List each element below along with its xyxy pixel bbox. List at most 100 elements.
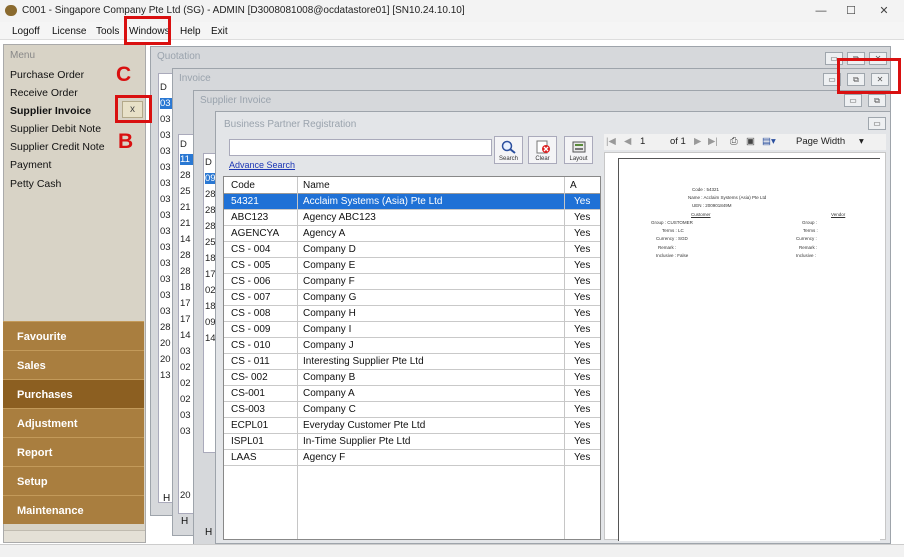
bp-minimize-button[interactable]: ▭ bbox=[868, 117, 886, 130]
table-row[interactable]: CS - 005 Company E Yes bbox=[224, 258, 600, 274]
table-row[interactable]: CS - 010 Company J Yes bbox=[224, 338, 600, 354]
clear-button-label: Clear bbox=[535, 156, 550, 162]
table-row[interactable]: CS - 007 Company G Yes bbox=[224, 290, 600, 306]
report-name: Name : Acclaim Systems (Asia) Pte Ltd bbox=[688, 195, 767, 200]
cell-active: Yes bbox=[574, 276, 591, 287]
cell-code: AGENCYA bbox=[231, 228, 280, 239]
report-uen: UEN : 200901849M bbox=[692, 203, 732, 208]
sidebar-item-supplier-invoice[interactable]: Supplier Invoice bbox=[10, 105, 91, 117]
supplier-invoice-footer: H bbox=[205, 527, 213, 538]
chevron-down-icon[interactable]: ▾ bbox=[859, 136, 864, 147]
table-row[interactable]: ECPL01 Everyday Customer Pte Ltd Yes bbox=[224, 418, 600, 434]
menu-logoff[interactable]: Logoff bbox=[12, 26, 40, 37]
cell-name: Company E bbox=[303, 260, 356, 271]
layout-button[interactable]: Layout bbox=[564, 136, 593, 164]
page-number-input[interactable]: 1 bbox=[640, 136, 645, 147]
last-page-icon[interactable]: ▶| bbox=[708, 136, 718, 147]
sidebar-scrollbar[interactable] bbox=[4, 530, 145, 542]
maximize-button[interactable]: ☐ bbox=[840, 3, 862, 19]
sidebar-item-purchase-order[interactable]: Purchase Order bbox=[10, 69, 84, 81]
report-vendor-heading: Vendor bbox=[831, 212, 846, 217]
sidebar-item-receive-order[interactable]: Receive Order bbox=[10, 87, 78, 99]
cell-active: Yes bbox=[574, 196, 591, 207]
cell-code: CS-001 bbox=[231, 388, 265, 399]
menu-license[interactable]: License bbox=[52, 26, 86, 37]
cell-code: CS - 006 bbox=[231, 276, 271, 287]
cell-active: Yes bbox=[574, 372, 591, 383]
cell-code: LAAS bbox=[231, 452, 257, 463]
supplier-invoice-restore-button[interactable]: ⧉ bbox=[868, 94, 886, 107]
report-page: Code : 54321 Name : Acclaim Systems (Asi… bbox=[618, 158, 880, 541]
cell-name: Company D bbox=[303, 244, 356, 255]
next-page-icon[interactable]: ▶ bbox=[694, 136, 701, 147]
column-code[interactable]: Code bbox=[231, 180, 255, 191]
print-icon[interactable]: ⎙ bbox=[730, 136, 738, 147]
table-row[interactable]: CS - 004 Company D Yes bbox=[224, 242, 600, 258]
clear-button[interactable]: Clear bbox=[528, 136, 557, 164]
sidebar-item-petty-cash[interactable]: Petty Cash bbox=[10, 178, 61, 190]
first-page-icon[interactable]: |◀ bbox=[606, 136, 616, 147]
cell-active: Yes bbox=[574, 292, 591, 303]
quotation-title: Quotation bbox=[157, 51, 201, 62]
menu-exit[interactable]: Exit bbox=[211, 26, 228, 37]
supplier-invoice-minimize-button[interactable]: ▭ bbox=[844, 94, 862, 107]
cell-active: Yes bbox=[574, 388, 591, 399]
cell-code: CS - 011 bbox=[231, 356, 270, 367]
sidebar-item-supplier-credit-note[interactable]: Supplier Credit Note bbox=[10, 141, 105, 153]
category-setup[interactable]: Setup bbox=[3, 466, 144, 495]
table-row[interactable]: CS-001 Company A Yes bbox=[224, 386, 600, 402]
category-adjustment[interactable]: Adjustment bbox=[3, 408, 144, 437]
close-button[interactable]: ✕ bbox=[873, 3, 895, 19]
invoice-footer: H bbox=[181, 516, 189, 527]
search-button[interactable]: Search bbox=[494, 136, 523, 164]
menu-tools[interactable]: Tools bbox=[96, 26, 119, 37]
cell-code: CS-003 bbox=[231, 404, 265, 415]
table-row[interactable]: AGENCYA Agency A Yes bbox=[224, 226, 600, 242]
table-header: Code Name A bbox=[224, 177, 600, 194]
table-row[interactable]: CS - 006 Company F Yes bbox=[224, 274, 600, 290]
report-vendor-group: Group : bbox=[802, 220, 818, 225]
advance-search-link[interactable]: Advance Search bbox=[229, 160, 295, 170]
cell-name: Agency A bbox=[303, 228, 346, 239]
cell-active: Yes bbox=[574, 452, 591, 463]
annotation-restore-box bbox=[837, 58, 901, 94]
export-icon[interactable]: ▤▾ bbox=[762, 136, 776, 147]
table-row[interactable]: CS-003 Company C Yes bbox=[224, 402, 600, 418]
table-row[interactable]: ABC123 Agency ABC123 Yes bbox=[224, 210, 600, 226]
minimize-button[interactable]: — bbox=[810, 3, 832, 19]
sidebar-item-supplier-debit-note[interactable]: Supplier Debit Note bbox=[10, 123, 101, 135]
category-report[interactable]: Report bbox=[3, 437, 144, 466]
search-input[interactable] bbox=[229, 139, 492, 156]
cell-active: Yes bbox=[574, 356, 591, 367]
table-row[interactable]: ISPL01 In-Time Supplier Pte Ltd Yes bbox=[224, 434, 600, 450]
cell-active: Yes bbox=[574, 244, 591, 255]
cell-active: Yes bbox=[574, 260, 591, 271]
column-name[interactable]: Name bbox=[303, 180, 330, 191]
menu-help[interactable]: Help bbox=[180, 26, 201, 37]
table-row[interactable]: CS - 008 Company H Yes bbox=[224, 306, 600, 322]
cell-name: In-Time Supplier Pte Ltd bbox=[303, 436, 411, 447]
sidebar-item-payment[interactable]: Payment bbox=[10, 159, 51, 171]
bottom-scrollbar[interactable] bbox=[0, 544, 904, 557]
report-remark: Remark : bbox=[658, 245, 677, 250]
report-vendor-terms: Terms : bbox=[803, 228, 818, 233]
column-active[interactable]: A bbox=[570, 180, 577, 191]
table-row[interactable]: CS - 011 Interesting Supplier Pte Ltd Yes bbox=[224, 354, 600, 370]
business-partner-window: Business Partner Registration ▭ Advance … bbox=[215, 111, 891, 544]
cell-name: Company I bbox=[303, 324, 352, 335]
category-purchases[interactable]: Purchases bbox=[3, 379, 144, 408]
prev-page-icon[interactable]: ◀ bbox=[624, 136, 631, 147]
report-currency: Currency : SGD bbox=[656, 236, 688, 241]
category-maintenance[interactable]: Maintenance bbox=[3, 495, 144, 524]
cell-code: CS - 005 bbox=[231, 260, 271, 271]
table-row[interactable]: CS - 009 Company I Yes bbox=[224, 322, 600, 338]
table-row[interactable]: 54321 Acclaim Systems (Asia) Pte Ltd Yes bbox=[224, 194, 600, 210]
table-row[interactable]: CS- 002 Company B Yes bbox=[224, 370, 600, 386]
category-sales[interactable]: Sales bbox=[3, 350, 144, 379]
zoom-select[interactable]: Page Width bbox=[796, 136, 845, 147]
page-setup-icon[interactable]: ▣ bbox=[746, 136, 755, 147]
category-favourite[interactable]: Favourite bbox=[3, 321, 144, 350]
cell-code: ECPL01 bbox=[231, 420, 269, 431]
table-row[interactable]: LAAS Agency F Yes bbox=[224, 450, 600, 466]
report-vendor-remark: Remark : bbox=[799, 245, 818, 250]
